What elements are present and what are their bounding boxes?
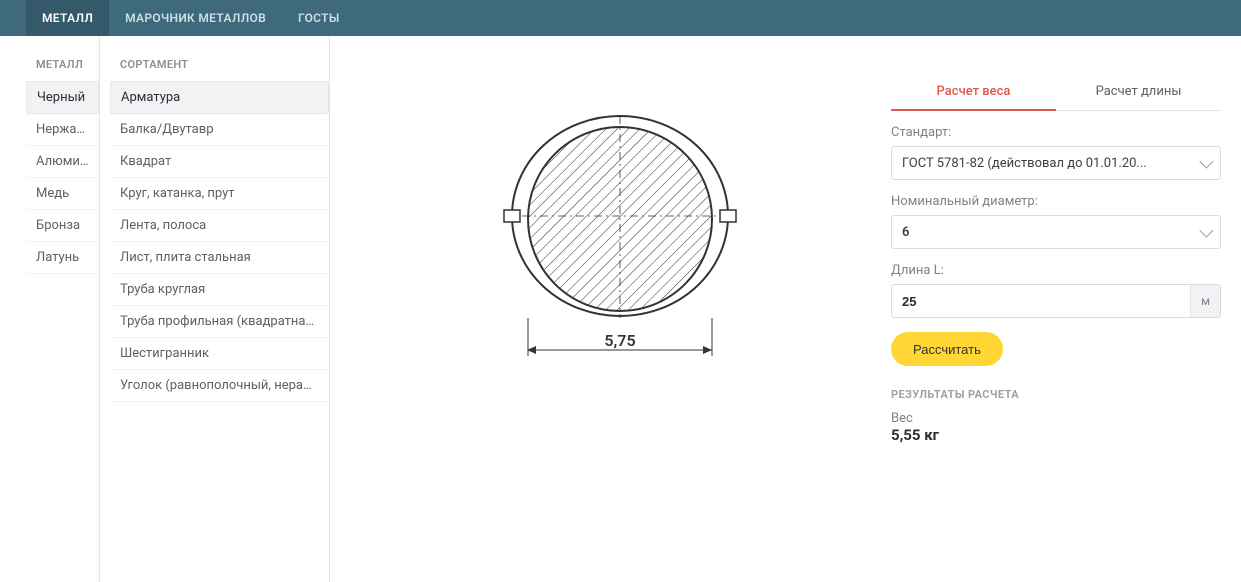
diagram-area: 5,75 <box>358 76 881 562</box>
metal-column: МЕТАЛЛ Черный Нержавейка Алюминий Медь Б… <box>0 36 100 582</box>
standard-label: Стандарт: <box>891 125 1221 140</box>
sort-item[interactable]: Шестигранник <box>110 338 329 370</box>
chevron-down-icon <box>1199 155 1213 169</box>
metal-item[interactable]: Алюминий <box>26 146 99 178</box>
dimension-label: 5,75 <box>604 331 635 350</box>
tab-weight[interactable]: Расчет веса <box>891 76 1056 111</box>
tab-length[interactable]: Расчет длины <box>1056 76 1221 110</box>
sort-item[interactable]: Арматура <box>110 81 329 114</box>
length-field-wrapper: м <box>891 284 1221 318</box>
top-nav: МЕТАЛЛ МАРОЧНИК МЕТАЛЛОВ ГОСТЫ <box>0 0 1241 36</box>
length-unit: м <box>1190 285 1220 317</box>
metal-item[interactable]: Нержавейка <box>26 114 99 146</box>
calc-tabs: Расчет веса Расчет длины <box>891 76 1221 111</box>
content-area: 5,75 Расчет веса Расчет длины Стандарт: … <box>330 36 1241 582</box>
length-input[interactable] <box>902 294 1190 309</box>
standard-value: ГОСТ 5781-82 (действовал до 01.01.20... <box>902 156 1192 171</box>
sort-item[interactable]: Труба круглая <box>110 274 329 306</box>
metal-item[interactable]: Черный <box>26 81 99 114</box>
calculate-button[interactable]: Рассчитать <box>891 332 1003 366</box>
diameter-value: 6 <box>902 225 1192 240</box>
sortament-column: СОРТАМЕНТ Арматура Балка/Двутавр Квадрат… <box>100 36 330 582</box>
metal-item[interactable]: Латунь <box>26 242 99 274</box>
diameter-select[interactable]: 6 <box>891 215 1221 249</box>
sort-item[interactable]: Балка/Двутавр <box>110 114 329 146</box>
side-panel: Расчет веса Расчет длины Стандарт: ГОСТ … <box>891 76 1221 562</box>
metal-heading: МЕТАЛЛ <box>26 36 99 81</box>
sort-item[interactable]: Лист, плита стальная <box>110 242 329 274</box>
sort-item[interactable]: Уголок (равнополочный, неравн... <box>110 370 329 402</box>
chevron-down-icon <box>1199 224 1213 238</box>
sort-item[interactable]: Труба профильная (квадратная /... <box>110 306 329 338</box>
nav-tab-gosty[interactable]: ГОСТЫ <box>282 0 356 36</box>
diameter-label: Номинальный диаметр: <box>891 194 1221 209</box>
length-label: Длина L: <box>891 263 1221 278</box>
standard-select[interactable]: ГОСТ 5781-82 (действовал до 01.01.20... <box>891 146 1221 180</box>
sort-item[interactable]: Круг, катанка, прут <box>110 178 329 210</box>
nav-tab-marochnik[interactable]: МАРОЧНИК МЕТАЛЛОВ <box>109 0 282 36</box>
result-weight-label: Вес <box>891 411 1221 426</box>
rebar-cross-section-diagram: 5,75 <box>490 86 750 376</box>
metal-item[interactable]: Медь <box>26 178 99 210</box>
sort-heading: СОРТАМЕНТ <box>110 36 329 81</box>
result-weight-value: 5,55 кг <box>891 426 1221 444</box>
results-heading: РЕЗУЛЬТАТЫ РАСЧЕТА <box>891 388 1221 401</box>
sort-item[interactable]: Квадрат <box>110 146 329 178</box>
nav-tab-metal[interactable]: МЕТАЛЛ <box>26 0 109 36</box>
sort-item[interactable]: Лента, полоса <box>110 210 329 242</box>
metal-item[interactable]: Бронза <box>26 210 99 242</box>
